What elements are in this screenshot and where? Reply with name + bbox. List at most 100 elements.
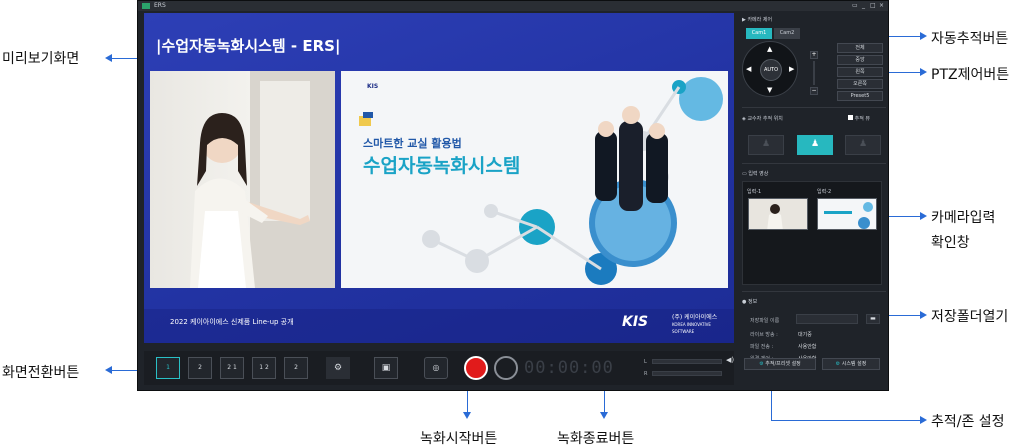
system-settings-button[interactable]: ⚙ 시스템 설정: [822, 358, 880, 370]
ptz-right-icon[interactable]: ▶: [789, 65, 794, 73]
ptz-left-icon[interactable]: ◀: [746, 65, 751, 73]
target-icon: ◈: [742, 116, 746, 122]
tracking-view-toggle[interactable]: 추적 뷰: [848, 115, 870, 122]
camera-icon: ◎: [432, 363, 440, 372]
layout-overlay-button[interactable]: 2: [284, 357, 308, 379]
input-video-title: ▭ 입력 영상: [742, 171, 769, 177]
brand-name-en: KOREA INNOVATIVE SOFTWARE: [672, 322, 711, 334]
input2-label: 입력-2: [817, 189, 832, 195]
maximize-icon[interactable]: □: [870, 2, 876, 9]
presenter-video: [150, 71, 335, 288]
arrow-icon: [920, 416, 927, 424]
speaker-icon[interactable]: ◀): [726, 356, 734, 364]
zoom-in-button[interactable]: +: [810, 51, 818, 59]
slide-logo: KIS: [367, 83, 379, 90]
close-icon[interactable]: ×: [879, 2, 884, 9]
auto-track-button[interactable]: AUTO: [760, 59, 782, 81]
zoom-out-button[interactable]: −: [810, 87, 818, 95]
input2-image: [818, 199, 876, 229]
annotation-preview: 미리보기화면: [2, 51, 80, 67]
divider: [742, 107, 886, 108]
layout-swap-button[interactable]: 1 2: [252, 357, 276, 379]
app-window: ERS ▭ _ □ × |수업자동녹화시스템 - ERS| KIS 스마트한 교…: [137, 0, 889, 391]
ptz-up-icon[interactable]: ▲: [767, 45, 772, 53]
annotation-ptz: PTZ제어버튼: [931, 67, 1010, 83]
preset-right-button[interactable]: 오른쪽: [837, 79, 883, 89]
audio-level-left: [652, 359, 722, 364]
arrow-icon: [920, 32, 927, 40]
slide-main-title: 수업자동녹화시스템: [363, 155, 521, 177]
annotation-rec-start: 녹화시작버튼: [420, 431, 498, 447]
layout-pip-button[interactable]: 2: [188, 357, 212, 379]
layout-settings-button[interactable]: ⚙: [326, 357, 350, 379]
slide-subtitle: 스마트한 교실 활용법: [363, 137, 462, 150]
annotation-track-zone: 추적/존 설정: [931, 414, 1005, 430]
record-start-button[interactable]: [464, 356, 488, 380]
position-right[interactable]: ♟: [845, 135, 881, 155]
annotation-switch-button: 화면전환버튼: [2, 365, 80, 381]
position-left[interactable]: ♟: [748, 135, 784, 155]
ptz-down-icon[interactable]: ▼: [767, 86, 772, 94]
tab-cam1[interactable]: Cam1: [746, 28, 772, 39]
annotation-auto-track: 자동추적버튼: [931, 31, 1009, 47]
person-icon: ♟: [859, 139, 868, 149]
save-file-name-label: 저장파일 이름: [750, 318, 780, 324]
record-stop-button[interactable]: [494, 356, 518, 380]
input1-label: 입력-1: [747, 189, 762, 195]
checkbox-icon[interactable]: [848, 115, 853, 120]
gear-icon: ⚙: [333, 363, 343, 373]
layout-side-by-side-button[interactable]: 2 1: [220, 357, 244, 379]
arrow-icon: [105, 54, 112, 62]
monitor-icon: ▭: [742, 171, 747, 177]
layout-single-button[interactable]: 1: [156, 357, 180, 379]
file-transfer-value: 사용안함: [798, 344, 817, 350]
bottom-toolbar: 1 2 2 1 1 2 2 ⚙ ▣ ◎ 00:00:00 L R ◀): [144, 351, 734, 385]
video-icon: ▶: [742, 17, 746, 23]
live-value: 대기중: [798, 332, 812, 338]
footer-text: 2022 케이아이에스 신제품 Line-up 공개: [170, 318, 294, 326]
settings-icon: ⚙: [835, 361, 841, 367]
preset-left-button[interactable]: 왼쪽: [837, 67, 883, 77]
annotation-line: [771, 420, 921, 421]
info-title: ● 정보: [742, 299, 758, 305]
preset-all-button[interactable]: 전체: [837, 43, 883, 53]
arrow-icon: [920, 311, 927, 319]
input1-image: [749, 199, 807, 229]
folder-icon: ▬: [870, 315, 876, 322]
arrow-icon: [600, 412, 608, 419]
track-preset-settings-button[interactable]: ⚙ 추적/프리셋 설정: [744, 358, 816, 370]
capture-button[interactable]: ▣: [374, 357, 398, 379]
live-label: 라이브 방송 :: [750, 332, 778, 338]
save-file-name-input[interactable]: [796, 314, 858, 324]
arrow-icon: [463, 412, 471, 419]
snapshot-button[interactable]: ◎: [424, 357, 448, 379]
input1-thumbnail[interactable]: [748, 198, 808, 230]
preset-center-button[interactable]: 중앙: [837, 55, 883, 65]
brand-logo: KIS: [622, 314, 649, 330]
zoom-slider[interactable]: [813, 61, 815, 85]
level-left-label: L: [644, 359, 647, 365]
image-icon: ▣: [381, 363, 391, 373]
person-icon: ♟: [762, 139, 771, 149]
camera-input-viewer: 입력-1 입력-2: [742, 181, 882, 285]
restore-icon[interactable]: ▭: [852, 2, 858, 9]
person-icon: ♟: [811, 139, 820, 149]
lecture-slide: KIS 스마트한 교실 활용법 수업자동녹화시스템: [341, 71, 728, 288]
slide-graphic: [359, 77, 723, 285]
minimize-icon[interactable]: _: [862, 2, 865, 9]
open-folder-button[interactable]: ▬: [866, 314, 880, 324]
tab-cam2[interactable]: Cam2: [774, 28, 800, 39]
annotation-camera-input-1: 카메라입력: [931, 210, 996, 226]
preview-title: |수업자동녹화시스템 - ERS|: [156, 37, 341, 55]
brand-name: (주) 케이아이에스 KOREA INNOVATIVE SOFTWARE: [672, 314, 734, 335]
arrow-icon: [920, 212, 927, 220]
divider: [742, 163, 886, 164]
presenter-image: [190, 71, 335, 288]
input2-thumbnail[interactable]: [817, 198, 877, 230]
record-timer: 00:00:00: [524, 358, 614, 378]
ptz-dpad[interactable]: ▲ ▼ ◀ ▶ AUTO: [742, 41, 798, 97]
divider: [742, 291, 886, 292]
annotation-save-folder: 저장폴더열기: [931, 309, 1009, 325]
preset5-button[interactable]: Preset5: [837, 91, 883, 101]
position-center[interactable]: ♟: [797, 135, 833, 155]
